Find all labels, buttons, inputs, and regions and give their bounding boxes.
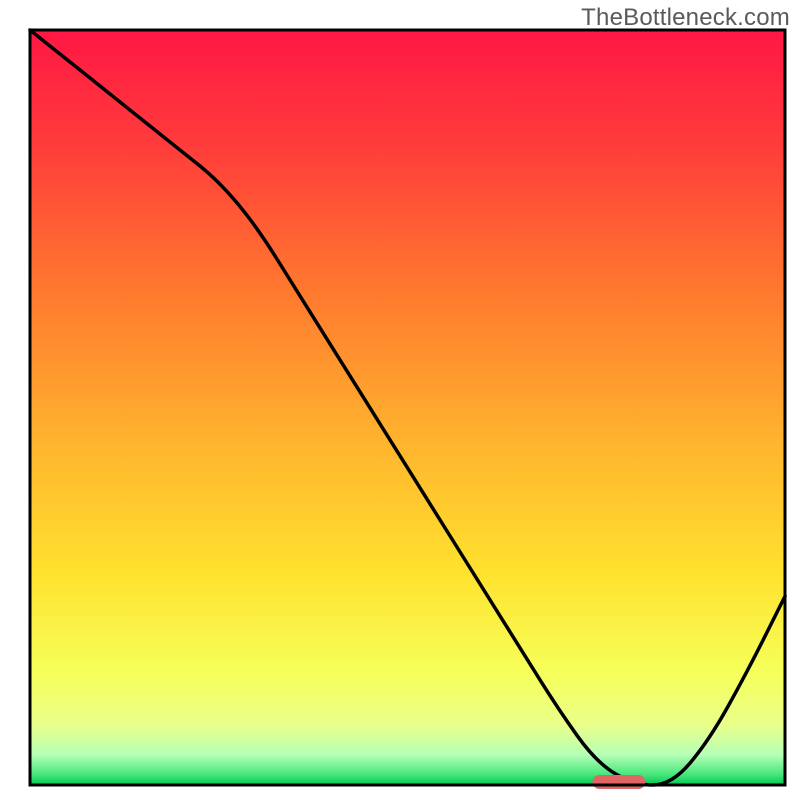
gradient-background (30, 30, 785, 785)
bottleneck-chart (0, 0, 800, 800)
chart-container: { "watermark": "TheBottleneck.com", "cha… (0, 0, 800, 800)
watermark-text: TheBottleneck.com (581, 4, 790, 32)
optimal-marker (592, 775, 645, 789)
